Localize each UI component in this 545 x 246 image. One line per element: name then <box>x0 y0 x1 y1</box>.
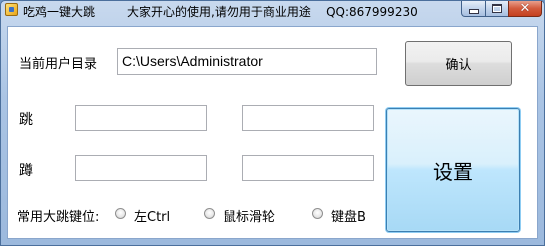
close-button[interactable]: ✕ <box>508 1 542 17</box>
radio-mouse-wheel[interactable] <box>204 208 215 219</box>
radio-left-ctrl-label[interactable]: 左Ctrl <box>134 206 170 225</box>
maximize-icon <box>492 4 502 13</box>
radio-left-ctrl[interactable] <box>115 208 126 219</box>
title-bar[interactable]: 吃鸡一键大跳 大家开心的使用,请勿用于商业用途 QQ:867999230 ✕ <box>1 1 544 21</box>
jump-key-input-1[interactable] <box>75 105 207 131</box>
jump-label: 跳 <box>19 112 33 128</box>
form-panel: 当前用户目录 C:\Users\Administrator 确认 跳 设置 蹲 … <box>7 26 538 239</box>
app-icon <box>5 3 18 16</box>
user-dir-input[interactable]: C:\Users\Administrator <box>117 48 377 75</box>
jump-key-input-2[interactable] <box>242 105 374 131</box>
radio-mouse-wheel-label[interactable]: 鼠标滑轮 <box>223 206 275 225</box>
radio-key-b-label[interactable]: 键盘B <box>331 206 366 225</box>
window-title-note: 大家开心的使用,请勿用于商业用途 QQ:867999230 <box>127 5 418 19</box>
minimize-button[interactable] <box>461 1 486 17</box>
window-title: 吃鸡一键大跳 <box>23 5 96 19</box>
maximize-button[interactable] <box>485 1 509 17</box>
setup-button[interactable]: 设置 <box>386 108 520 232</box>
radio-key-b[interactable] <box>312 208 323 219</box>
minimize-icon <box>468 9 479 14</box>
app-window: 吃鸡一键大跳 大家开心的使用,请勿用于商业用途 QQ:867999230 ✕ 当… <box>0 0 545 246</box>
crouch-key-input-2[interactable] <box>242 155 374 181</box>
crouch-key-input-1[interactable] <box>75 155 207 181</box>
close-icon: ✕ <box>519 0 531 16</box>
crouch-label: 蹲 <box>19 163 33 179</box>
hotkey-label: 常用大跳键位: <box>17 210 100 225</box>
confirm-button[interactable]: 确认 <box>405 41 512 86</box>
user-dir-label: 当前用户目录 <box>19 57 98 72</box>
